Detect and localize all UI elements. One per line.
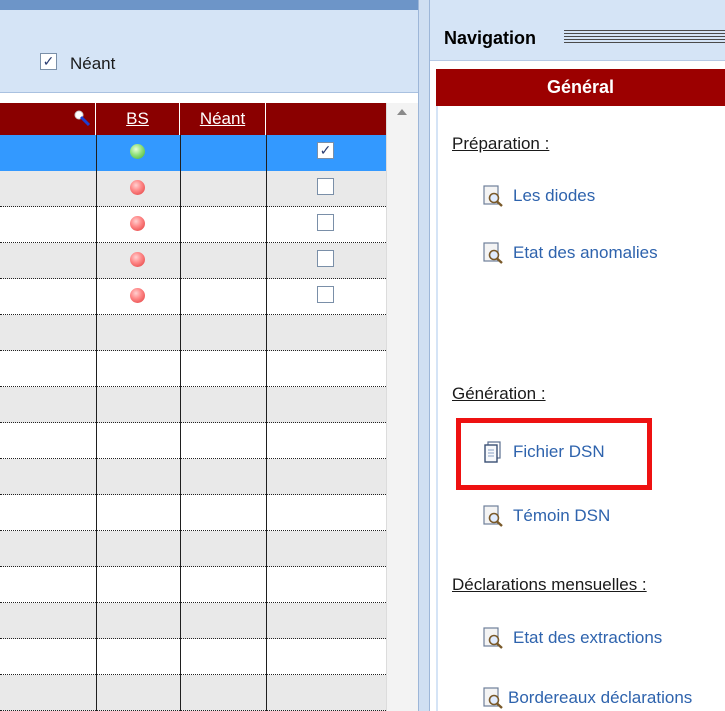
neant-filter-label: Néant bbox=[70, 54, 116, 73]
row-checkbox[interactable]: ✓ bbox=[317, 142, 334, 159]
status-red-icon bbox=[130, 288, 145, 303]
empty-row bbox=[0, 639, 386, 675]
document-search-icon bbox=[483, 185, 503, 207]
tab-general[interactable]: Général bbox=[436, 69, 725, 106]
row-checkbox[interactable] bbox=[317, 286, 334, 303]
status-red-icon bbox=[130, 216, 145, 231]
key-sort-icon bbox=[74, 110, 91, 127]
navigation-pane: Navigation Général Préparation : Les dio… bbox=[430, 0, 725, 711]
grid-header: BS Néant ✓ bbox=[0, 103, 386, 135]
link-bordereaux-declarations[interactable]: Bordereaux déclarations bbox=[508, 688, 692, 708]
pane-splitter[interactable] bbox=[418, 0, 430, 711]
neant-filter-checkbox[interactable]: ✓ bbox=[40, 53, 57, 70]
column-header-check[interactable]: ✓ bbox=[266, 103, 386, 135]
empty-row bbox=[0, 423, 386, 459]
empty-row bbox=[0, 315, 386, 351]
column-header-key[interactable] bbox=[0, 103, 96, 135]
records-grid: BS Néant ✓ ✓ bbox=[0, 103, 386, 711]
filter-bar: ✓ Néant bbox=[0, 10, 418, 93]
highlight-annotation bbox=[456, 418, 652, 490]
section-preparation: Préparation : bbox=[452, 134, 550, 153]
empty-row bbox=[0, 495, 386, 531]
column-divider bbox=[266, 135, 267, 711]
link-etat-des-extractions[interactable]: Etat des extractions bbox=[513, 628, 662, 648]
table-row[interactable] bbox=[0, 207, 386, 243]
empty-row bbox=[0, 603, 386, 639]
column-divider bbox=[180, 135, 181, 711]
link-les-diodes[interactable]: Les diodes bbox=[513, 186, 595, 206]
empty-row bbox=[0, 387, 386, 423]
document-search-icon bbox=[483, 687, 503, 709]
section-declarations-mensuelles: Déclarations mensuelles : bbox=[452, 575, 647, 594]
status-green-icon bbox=[130, 144, 145, 159]
table-row[interactable] bbox=[0, 243, 386, 279]
navigation-body: Préparation : Les diodes Etat des anomal… bbox=[436, 106, 725, 711]
empty-row bbox=[0, 351, 386, 387]
navigation-title-bar: Navigation bbox=[430, 0, 725, 61]
top-strip bbox=[0, 0, 428, 10]
scroll-up-arrow-icon[interactable] bbox=[397, 109, 407, 115]
drag-grip[interactable] bbox=[564, 30, 725, 44]
empty-row bbox=[0, 459, 386, 495]
row-checkbox[interactable] bbox=[317, 178, 334, 195]
records-pane: ✓ Néant BS Néant ✓ ✓ bbox=[0, 0, 428, 711]
status-red-icon bbox=[130, 252, 145, 267]
column-header-bs[interactable]: BS bbox=[96, 103, 180, 135]
navigation-title: Navigation bbox=[444, 28, 537, 48]
table-row[interactable] bbox=[0, 171, 386, 207]
row-checkbox[interactable] bbox=[317, 214, 334, 231]
link-etat-des-anomalies[interactable]: Etat des anomalies bbox=[513, 243, 658, 263]
status-red-icon bbox=[130, 180, 145, 195]
section-generation: Génération : bbox=[452, 384, 546, 403]
empty-row bbox=[0, 675, 386, 711]
document-search-icon bbox=[483, 242, 503, 264]
row-checkbox[interactable] bbox=[317, 250, 334, 267]
empty-row bbox=[0, 567, 386, 603]
table-row[interactable] bbox=[0, 279, 386, 315]
table-row[interactable]: ✓ bbox=[0, 135, 386, 171]
document-search-icon bbox=[483, 627, 503, 649]
document-search-icon bbox=[483, 505, 503, 527]
empty-row bbox=[0, 531, 386, 567]
grid-scrollbar[interactable] bbox=[386, 103, 419, 711]
column-divider bbox=[96, 135, 97, 711]
column-header-neant[interactable]: Néant bbox=[180, 103, 266, 135]
link-temoin-dsn[interactable]: Témoin DSN bbox=[513, 506, 610, 526]
